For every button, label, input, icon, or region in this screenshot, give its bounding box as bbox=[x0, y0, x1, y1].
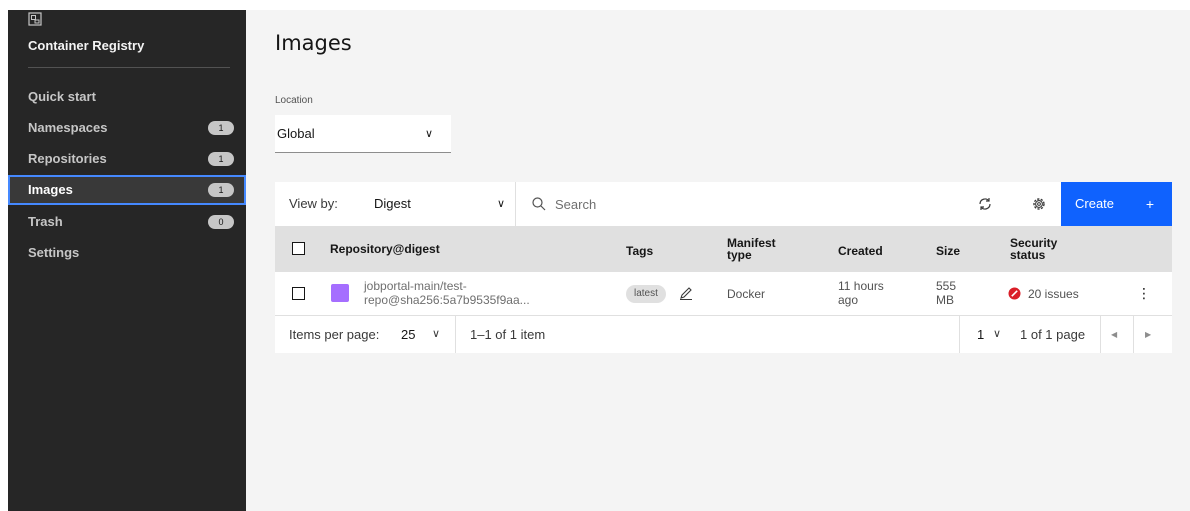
table-toolbar: View by: Digest ∨ Create + bbox=[275, 182, 1172, 226]
sidebar-item-label: Quick start bbox=[28, 89, 96, 104]
column-header-security-status[interactable]: Security status bbox=[1010, 237, 1057, 261]
view-by-select[interactable]: Digest bbox=[374, 182, 411, 226]
column-header-size[interactable]: Size bbox=[936, 245, 960, 257]
row-checkbox[interactable] bbox=[292, 287, 305, 300]
sidebar-item-label: Trash bbox=[28, 214, 63, 229]
add-icon: + bbox=[1145, 196, 1154, 212]
column-header-created[interactable]: Created bbox=[838, 245, 883, 257]
pager-divider bbox=[1133, 316, 1134, 353]
registry-logo-icon bbox=[28, 12, 42, 26]
edit-icon[interactable] bbox=[678, 285, 694, 301]
sidebar-item-label: Repositories bbox=[28, 151, 107, 166]
tag-badge[interactable]: latest bbox=[626, 285, 666, 303]
created-line: 11 hours bbox=[838, 279, 884, 293]
repo-line: repo@sha256:5a7b9535f9aa... bbox=[364, 293, 530, 307]
header-line: type bbox=[727, 248, 752, 262]
items-per-page-label: Items per page: bbox=[289, 327, 380, 342]
main-content: Images Location Global ∨ View by: Digest… bbox=[246, 10, 1190, 511]
chevron-down-icon[interactable]: ∨ bbox=[432, 316, 440, 353]
pager-divider bbox=[1100, 316, 1101, 353]
app-frame: Container Registry Quick start Namespace… bbox=[8, 10, 1190, 511]
chevron-down-icon[interactable]: ∨ bbox=[497, 182, 505, 226]
location-select[interactable]: Global ∨ bbox=[275, 115, 451, 153]
table-row[interactable]: jobportal-main/test- repo@sha256:5a7b953… bbox=[275, 272, 1172, 316]
sidebar-item-label: Namespaces bbox=[28, 120, 108, 135]
next-page-icon[interactable]: ▶ bbox=[1145, 316, 1151, 353]
header-line: status bbox=[1010, 248, 1046, 262]
count-badge: 0 bbox=[208, 215, 234, 229]
column-header-repository[interactable]: Repository@digest bbox=[330, 243, 440, 255]
pager-divider bbox=[455, 316, 456, 353]
sidebar-item-label: Settings bbox=[28, 245, 80, 260]
location-value: Global bbox=[277, 126, 315, 141]
size-line: 555 bbox=[936, 279, 957, 293]
overflow-menu-icon[interactable]: ⋮ bbox=[1137, 286, 1151, 300]
sidebar-item-settings[interactable]: Settings bbox=[8, 238, 246, 268]
sidebar-item-images[interactable]: Images 1 bbox=[8, 175, 246, 205]
sidebar-item-label: Images bbox=[28, 182, 73, 197]
search-icon bbox=[532, 197, 546, 211]
table-header: Repository@digest Tags Manifest type Cre… bbox=[275, 226, 1172, 272]
create-button[interactable]: Create + bbox=[1061, 182, 1172, 226]
sidebar-item-repositories[interactable]: Repositories 1 bbox=[8, 144, 246, 174]
created-line: ago bbox=[838, 293, 859, 307]
size-cell: 555 MB bbox=[936, 279, 956, 307]
count-badge: 1 bbox=[208, 152, 234, 166]
chevron-down-icon: ∨ bbox=[424, 128, 433, 140]
location-label: Location bbox=[275, 95, 313, 106]
column-header-manifest-type[interactable]: Manifest type bbox=[727, 237, 776, 261]
pagination: Items per page: 25 ∨ 1–1 of 1 item 1 ∨ 1… bbox=[275, 316, 1172, 353]
repository-color-swatch bbox=[331, 284, 349, 302]
sidebar-title: Container Registry bbox=[28, 38, 145, 53]
previous-page-icon[interactable]: ◀ bbox=[1111, 316, 1117, 353]
select-all-checkbox[interactable] bbox=[292, 242, 305, 255]
repository-digest-link[interactable]: jobportal-main/test- repo@sha256:5a7b953… bbox=[364, 279, 530, 307]
error-status-icon bbox=[1008, 287, 1021, 300]
sidebar-divider bbox=[28, 67, 230, 68]
page-title: Images bbox=[275, 31, 352, 55]
repo-line: jobportal-main/test- bbox=[364, 279, 467, 293]
page-of-text: 1 of 1 page bbox=[1020, 327, 1086, 342]
sidebar-item-trash[interactable]: Trash 0 bbox=[8, 207, 246, 237]
refresh-icon[interactable] bbox=[976, 195, 994, 213]
size-line: MB bbox=[936, 293, 954, 307]
count-badge: 1 bbox=[208, 183, 234, 197]
page-select[interactable]: 1 bbox=[977, 316, 984, 353]
sidebar-item-quick-start[interactable]: Quick start bbox=[8, 82, 246, 112]
security-status-link[interactable]: 20 issues bbox=[1028, 287, 1079, 301]
chevron-down-icon[interactable]: ∨ bbox=[993, 316, 1001, 353]
count-badge: 1 bbox=[208, 121, 234, 135]
sidebar: Container Registry Quick start Namespace… bbox=[8, 10, 246, 511]
manifest-type-cell: Docker bbox=[727, 287, 766, 301]
search-input[interactable] bbox=[555, 194, 895, 214]
gear-icon[interactable] bbox=[1030, 195, 1048, 213]
pager-divider bbox=[959, 316, 960, 353]
sidebar-item-namespaces[interactable]: Namespaces 1 bbox=[8, 113, 246, 143]
created-cell: 11 hours ago bbox=[838, 279, 884, 307]
create-button-label: Create bbox=[1075, 196, 1115, 211]
view-by-label: View by: bbox=[289, 196, 338, 211]
toolbar-divider bbox=[515, 182, 516, 226]
items-per-page-select[interactable]: 25 bbox=[401, 316, 415, 353]
item-range-text: 1–1 of 1 item bbox=[470, 327, 546, 342]
column-header-tags[interactable]: Tags bbox=[626, 245, 653, 257]
